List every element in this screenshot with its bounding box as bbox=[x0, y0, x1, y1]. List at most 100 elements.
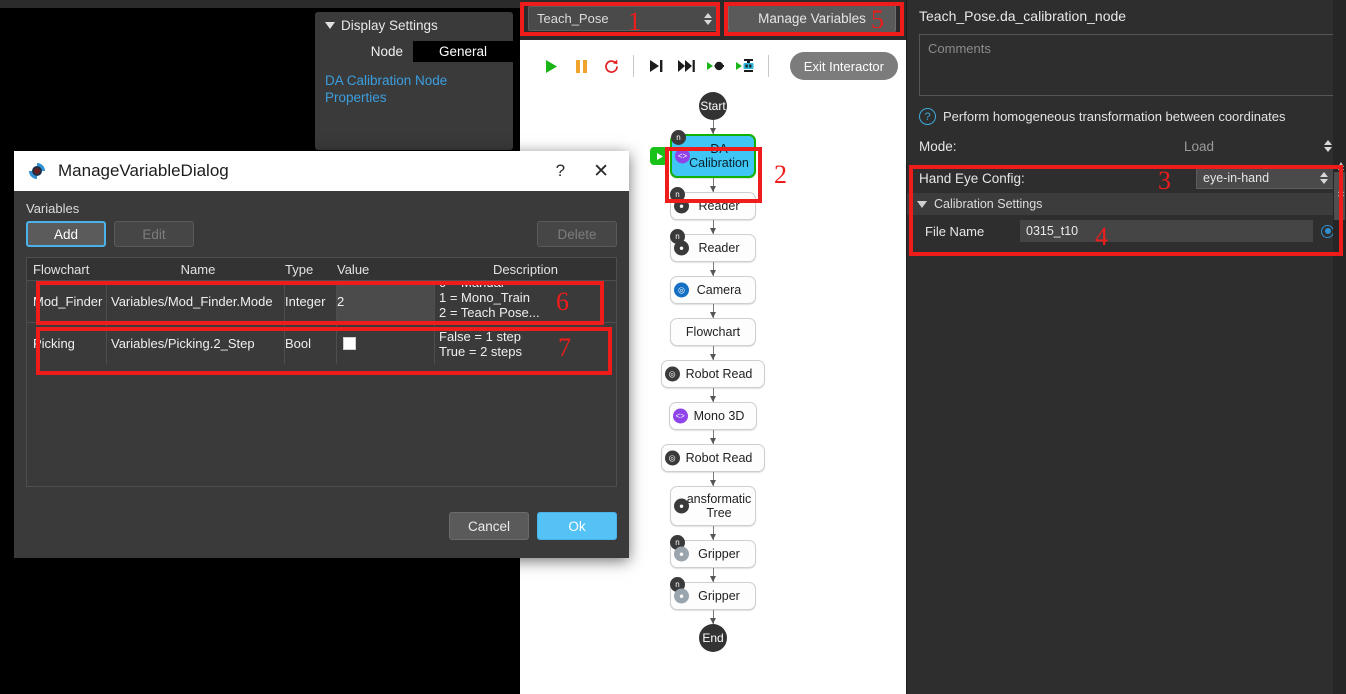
manage-variables-label: Manage Variables bbox=[758, 11, 866, 26]
panel-scrollbar-thumb[interactable] bbox=[1334, 172, 1345, 220]
chevron-updown-icon bbox=[704, 12, 712, 25]
flow-node-mono-3d[interactable]: <> Mono 3D bbox=[668, 402, 758, 430]
hand-eye-select[interactable]: eye-in-hand bbox=[1196, 167, 1336, 189]
pause-icon[interactable] bbox=[566, 51, 596, 81]
triangle-down-icon bbox=[325, 22, 335, 29]
flowchart-selector-wrap: Teach_Pose bbox=[528, 6, 720, 31]
delete-button[interactable]: Delete bbox=[537, 221, 617, 247]
help-icon[interactable]: ? bbox=[538, 161, 583, 181]
connector bbox=[709, 304, 716, 318]
col-header-flowchart[interactable]: Flowchart bbox=[27, 258, 107, 280]
flow-node-label: Gripper bbox=[698, 547, 740, 561]
variables-label: Variables bbox=[26, 201, 80, 216]
desc-line-2: True = 2 steps bbox=[439, 343, 522, 359]
flow-node-transformation-tree[interactable]: ● ansformatic Tree bbox=[670, 486, 756, 526]
exit-interactor-label: Exit Interactor bbox=[803, 58, 884, 74]
close-icon[interactable]: ✕ bbox=[583, 160, 619, 183]
gripper-icon: ● bbox=[674, 588, 689, 604]
flow-node-da-calibration[interactable]: n <> DA Calibration bbox=[650, 130, 756, 178]
cell-description: 0 = Manual 1 = Mono_Train 2 = Teach Pose… bbox=[435, 281, 616, 323]
node-lock-icon: n bbox=[671, 130, 686, 145]
cell-value[interactable]: 2 bbox=[337, 281, 435, 322]
flow-node-flowchart[interactable]: Flowchart bbox=[670, 318, 756, 346]
reload-icon[interactable] bbox=[596, 51, 626, 81]
app-logo-icon bbox=[26, 160, 48, 182]
scroll-arrows-icon bbox=[1338, 188, 1344, 200]
manage-variable-dialog: ManageVariableDialog ? ✕ Variables Add E… bbox=[14, 151, 629, 558]
file-name-input[interactable]: 0315_t10 bbox=[1020, 220, 1313, 242]
robot-icon: ◎ bbox=[664, 450, 680, 466]
add-button[interactable]: Add bbox=[26, 221, 106, 247]
play-icon[interactable] bbox=[536, 51, 566, 81]
mode-row: Mode: Load bbox=[907, 133, 1346, 159]
flowchart-select[interactable]: Teach_Pose bbox=[528, 6, 720, 31]
flow-node-label: Flowchart bbox=[685, 325, 741, 339]
run-node-icon[interactable] bbox=[701, 51, 731, 81]
cell-value[interactable] bbox=[337, 323, 435, 364]
flow-node-camera[interactable]: ◎ Camera bbox=[670, 276, 756, 304]
exit-interactor-button[interactable]: Exit Interactor bbox=[789, 52, 898, 80]
hand-eye-label: Hand Eye Config: bbox=[919, 170, 1025, 186]
connector bbox=[709, 388, 716, 402]
da-calibration-properties-link[interactable]: DA Calibration Node Properties bbox=[315, 66, 513, 106]
flow-node-reader-2[interactable]: n ● Reader bbox=[670, 229, 756, 262]
flow-node-robot-read-1[interactable]: ◎ Robot Read bbox=[660, 360, 766, 388]
flow-node-gripper-2[interactable]: n ● Gripper bbox=[670, 577, 756, 610]
display-settings-node-row: Node General bbox=[315, 35, 513, 66]
chevron-updown-icon bbox=[1320, 172, 1328, 184]
file-name-value: 0315_t10 bbox=[1026, 224, 1079, 238]
calibration-settings-section[interactable]: Calibration Settings bbox=[907, 193, 1346, 215]
display-settings-header[interactable]: Display Settings bbox=[315, 12, 513, 35]
cell-name: Variables/Mod_Finder.Mode bbox=[107, 281, 285, 322]
edit-label: Edit bbox=[142, 226, 166, 242]
flow-node-robot-read-2[interactable]: ◎ Robot Read bbox=[660, 444, 766, 472]
mode-value[interactable]: Load bbox=[1184, 139, 1324, 154]
start-node[interactable]: Start bbox=[699, 92, 727, 120]
manage-variables-button[interactable]: Manage Variables bbox=[728, 4, 896, 33]
col-header-type[interactable]: Type bbox=[285, 258, 337, 280]
flow-node-label: Mono 3D bbox=[693, 409, 745, 423]
col-header-name[interactable]: Name bbox=[107, 258, 285, 280]
cell-flowchart: Mod_Finder bbox=[27, 281, 107, 322]
gripper-icon: ● bbox=[674, 546, 689, 562]
display-settings-title: Display Settings bbox=[341, 18, 438, 33]
node-hint: ? Perform homogeneous transformation bet… bbox=[907, 96, 1346, 133]
panel-scrollbar[interactable] bbox=[1333, 0, 1346, 694]
ok-label: Ok bbox=[568, 518, 586, 534]
flow-node-label: DA Calibration bbox=[689, 142, 749, 170]
ok-button[interactable]: Ok bbox=[537, 512, 617, 540]
table-row[interactable]: Picking Variables/Picking.2_Step Bool Fa… bbox=[27, 322, 616, 364]
file-name-label: File Name bbox=[925, 223, 985, 239]
flow-node-label: Reader bbox=[698, 241, 740, 255]
chevron-updown-icon[interactable] bbox=[1324, 140, 1332, 152]
bool-checkbox[interactable] bbox=[343, 337, 356, 350]
fast-forward-icon[interactable] bbox=[671, 51, 701, 81]
comments-field[interactable]: Comments bbox=[919, 34, 1336, 96]
flow-node-label: Reader bbox=[698, 199, 740, 213]
flow-node-label: Robot Read bbox=[685, 451, 753, 465]
flow-node-label-line1: ansformatic bbox=[686, 492, 752, 506]
col-header-value[interactable]: Value bbox=[337, 258, 435, 280]
col-header-description[interactable]: Description bbox=[435, 258, 616, 280]
node-run-icon[interactable] bbox=[650, 147, 668, 165]
toolbar-divider-2 bbox=[768, 55, 769, 77]
run-robot-icon[interactable] bbox=[731, 51, 761, 81]
node-code-icon: <> bbox=[675, 148, 690, 164]
flowchart-topbar: Teach_Pose Manage Variables bbox=[520, 0, 906, 40]
connector bbox=[709, 526, 716, 540]
table-row[interactable]: Mod_Finder Variables/Mod_Finder.Mode Int… bbox=[27, 280, 616, 322]
cell-type: Bool bbox=[285, 323, 337, 364]
node-label: Node bbox=[370, 44, 403, 59]
dialog-titlebar: ManageVariableDialog ? ✕ bbox=[14, 151, 629, 191]
flow-node-gripper-1[interactable]: n ● Gripper bbox=[670, 535, 756, 568]
step-forward-icon[interactable] bbox=[641, 51, 671, 81]
cancel-button[interactable]: Cancel bbox=[449, 512, 529, 540]
link-line-1: DA Calibration Node bbox=[325, 73, 448, 88]
flow-node-reader-1[interactable]: n ● Reader bbox=[670, 187, 756, 220]
connector bbox=[709, 568, 716, 582]
flowchart-select-value: Teach_Pose bbox=[537, 11, 609, 26]
edit-button[interactable]: Edit bbox=[114, 221, 194, 247]
desc-line-3: 2 = Teach Pose... bbox=[439, 305, 540, 320]
general-field[interactable]: General bbox=[413, 41, 513, 62]
end-node[interactable]: End bbox=[699, 624, 727, 652]
